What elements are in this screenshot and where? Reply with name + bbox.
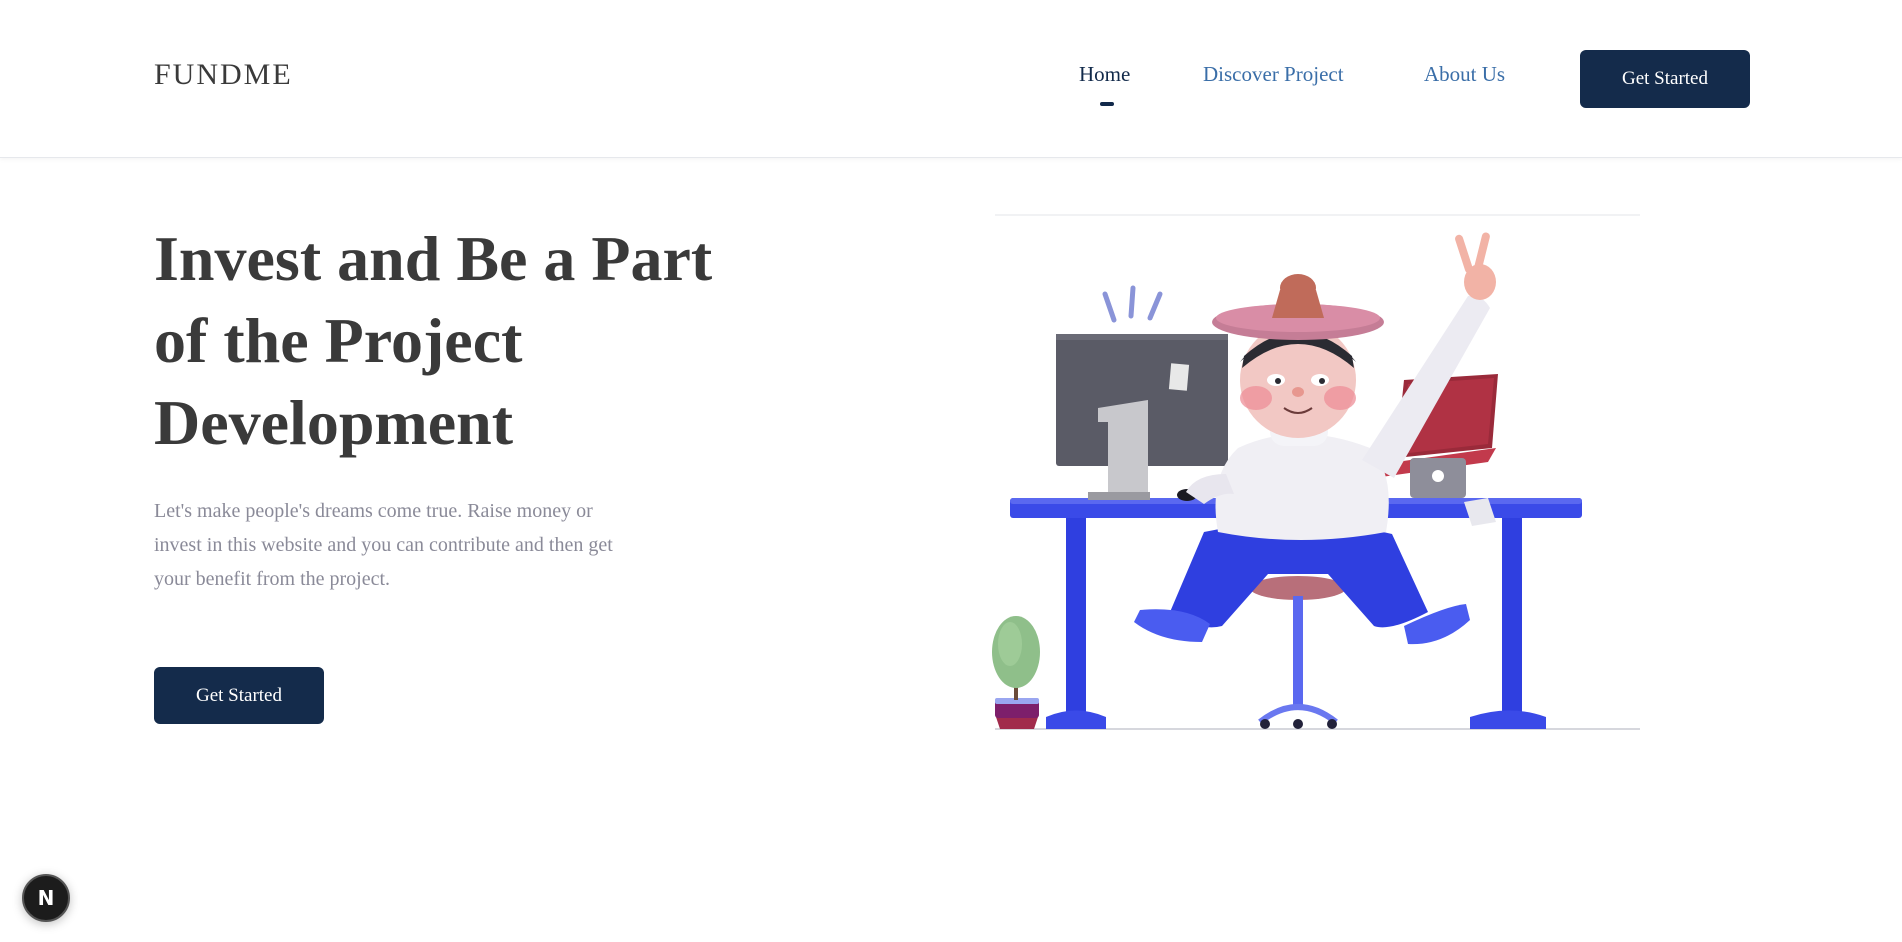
header-get-started-button[interactable]: Get Started [1580, 50, 1750, 108]
hero-get-started-button[interactable]: Get Started [154, 667, 324, 724]
hero-title: Invest and Be a Part of the Project Deve… [154, 223, 713, 458]
peace-hand-icon [1455, 232, 1496, 300]
plant-icon [992, 616, 1040, 729]
nav-home[interactable]: Home [1079, 62, 1130, 87]
monitor-icon [1056, 334, 1228, 500]
active-nav-indicator [1100, 102, 1114, 106]
hero-description: Let's make people's dreams come true. Ra… [154, 500, 613, 590]
site-header: FUNDME Home Discover Project About Us Ge… [0, 0, 1902, 158]
nav-about-us[interactable]: About Us [1424, 62, 1505, 87]
nextjs-icon[interactable]: N [22, 874, 70, 922]
nav-discover-project[interactable]: Discover Project [1203, 62, 1344, 87]
person-at-desk-illustration [990, 212, 1640, 732]
